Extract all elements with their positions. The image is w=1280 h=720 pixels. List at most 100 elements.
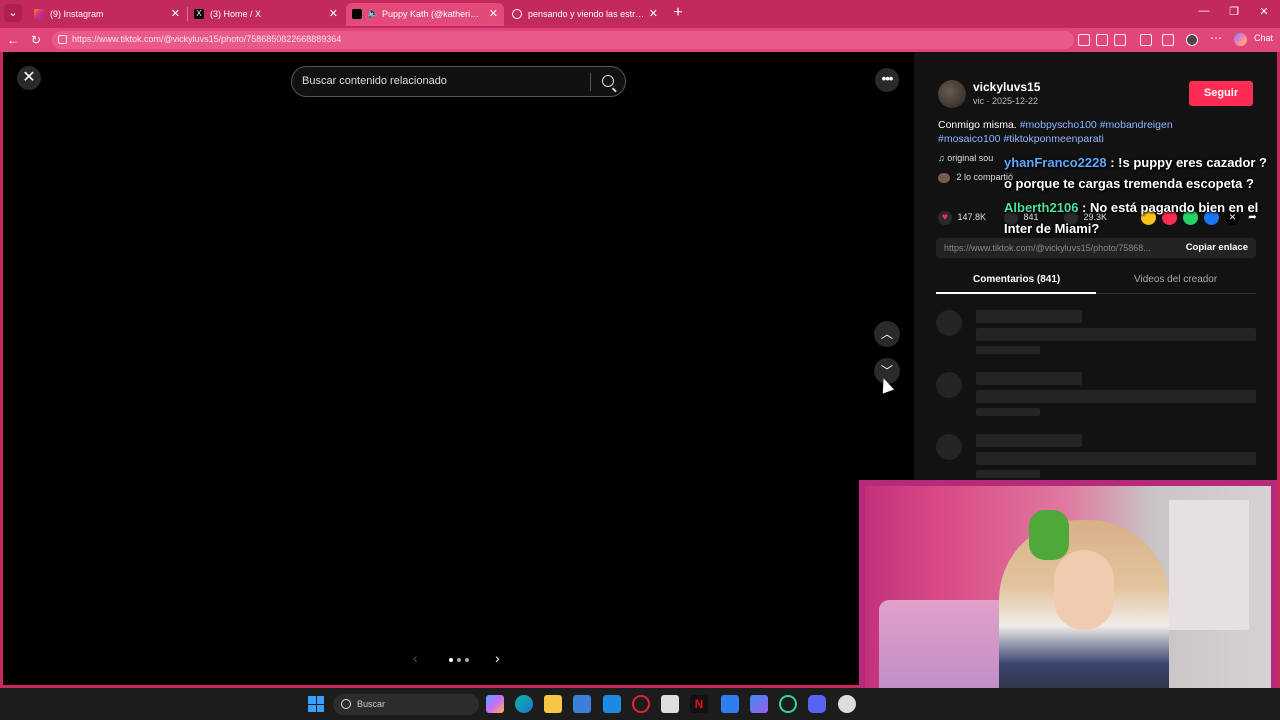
webcam-frame <box>859 480 1277 712</box>
caption-text: Conmigo misma. <box>938 119 1017 131</box>
extensions-icon[interactable] <box>1140 34 1152 46</box>
prev-photo-icon[interactable]: ‹ <box>413 650 418 666</box>
tab-strip: ⌄ (9) Instagram ✕ X (3) Home / X ✕ Puppy… <box>0 0 1280 28</box>
skeleton-line <box>976 390 1256 403</box>
site-info-icon[interactable] <box>58 35 67 44</box>
copilot-icon <box>1234 33 1247 46</box>
outlook-icon[interactable] <box>603 695 621 713</box>
skeleton-line <box>976 328 1256 341</box>
photo-pager: ‹ › <box>413 650 513 670</box>
tab-search[interactable]: pensando y viendo las estrellas pu ✕ <box>506 3 664 26</box>
translate-icon[interactable] <box>1096 34 1108 46</box>
avatar[interactable] <box>938 80 966 108</box>
author-username[interactable]: vickyluvs15 <box>973 80 1040 94</box>
new-tab-button[interactable]: + <box>670 4 686 22</box>
follow-button[interactable]: Seguir <box>1189 81 1253 106</box>
skeleton-line <box>976 452 1256 465</box>
app-icon[interactable] <box>779 695 797 713</box>
skeleton-line <box>976 408 1040 416</box>
photo-viewer: ✕ Buscar contenido relacionado ••• ︿ ﹀ ‹… <box>3 52 914 685</box>
store-icon[interactable] <box>573 695 591 713</box>
taskbar: Buscar N <box>0 688 1280 720</box>
post-link-text: https://www.tiktok.com/@vickyluvs15/phot… <box>944 243 1151 253</box>
skeleton-avatar <box>936 434 962 460</box>
stream-chat-overlay: yhanFranco2228 : !s puppy eres cazador ?… <box>1004 152 1274 242</box>
teams-icon[interactable] <box>750 695 768 713</box>
opera-icon[interactable] <box>632 695 650 713</box>
tab-close-icon[interactable]: ✕ <box>171 3 180 25</box>
heart-icon: ♥ <box>938 210 952 225</box>
address-toolbar: ← ↻ https://www.tiktok.com/@vickyluvs15/… <box>0 28 1280 52</box>
tab-x-home[interactable]: X (3) Home / X ✕ <box>188 3 344 26</box>
hashtag-link[interactable]: #tiktokponmeenparati <box>1003 133 1103 145</box>
refresh-icon[interactable]: ↻ <box>28 32 44 48</box>
copilot-taskbar-icon[interactable] <box>486 695 504 713</box>
related-search-input[interactable]: Buscar contenido relacionado <box>291 66 626 97</box>
sound-name[interactable]: original sou <box>947 153 993 163</box>
tab-actions-menu-button[interactable]: ⌄ <box>4 4 22 22</box>
tab-comments[interactable]: Comentarios (841) <box>973 274 1060 285</box>
hashtag-link[interactable]: #mosaico100 <box>938 133 1000 145</box>
post-date: vic · 2025-12-22 <box>973 96 1039 106</box>
tab-instagram[interactable]: (9) Instagram ✕ <box>28 3 186 26</box>
skeleton-line <box>976 346 1040 354</box>
back-icon[interactable]: ← <box>5 32 21 48</box>
comment-skeleton <box>936 372 1256 420</box>
pager-dot[interactable] <box>457 658 461 662</box>
hashtag-link[interactable]: #mobpyscho100 <box>1020 119 1097 131</box>
file-explorer-icon[interactable] <box>544 695 562 713</box>
more-options-icon[interactable]: ••• <box>875 68 899 92</box>
tab-close-icon[interactable]: ✕ <box>649 3 658 25</box>
skeleton-avatar <box>936 372 962 398</box>
music-note-icon: ♫ <box>938 153 945 163</box>
tab-close-icon[interactable]: ✕ <box>489 3 498 25</box>
next-photo-icon[interactable]: › <box>495 650 500 666</box>
taskbar-search[interactable]: Buscar <box>333 694 479 715</box>
tab-title: pensando y viendo las estrellas pu <box>528 9 646 19</box>
window-close-icon[interactable]: ✕ <box>1254 5 1274 18</box>
discord-icon[interactable] <box>808 695 826 713</box>
favorite-star-icon[interactable] <box>1114 34 1126 46</box>
chat-username: Alberth2106 <box>1004 200 1079 215</box>
url-text: https://www.tiktok.com/@vickyluvs15/phot… <box>72 34 342 44</box>
search-icon[interactable] <box>602 75 614 87</box>
comment-skeleton <box>936 434 1256 482</box>
tab-close-icon[interactable]: ✕ <box>329 3 338 25</box>
shared-avatars <box>938 172 950 183</box>
snipping-tool-icon[interactable] <box>661 695 679 713</box>
skeleton-line <box>976 434 1082 447</box>
hashtag-link[interactable]: #mobandreigen <box>1100 119 1173 131</box>
panel-tabs: Comentarios (841) Videos del creador <box>936 268 1256 294</box>
post-caption: Conmigo misma. #mobpyscho100 #mobandreig… <box>938 118 1228 146</box>
chevron-up-icon[interactable]: ︿ <box>874 321 900 347</box>
sound-row[interactable]: ♫ original sou <box>938 153 993 163</box>
shared-by-row: 2 lo compartió <box>938 172 1013 183</box>
copy-link-button[interactable]: Copiar enlace <box>1186 242 1248 253</box>
mail-icon[interactable] <box>721 695 739 713</box>
netflix-icon[interactable]: N <box>690 695 708 713</box>
like-button[interactable]: ♥ 147.8K <box>938 210 986 225</box>
tab-title: (9) Instagram <box>50 9 104 19</box>
favorites-icon[interactable] <box>1162 34 1174 46</box>
pager-dot[interactable] <box>465 658 469 662</box>
restore-icon[interactable]: ❐ <box>1224 5 1244 18</box>
speaker-icon[interactable]: 🔈 <box>367 3 379 25</box>
address-bar[interactable]: https://www.tiktok.com/@vickyluvs15/phot… <box>52 31 1074 49</box>
pager-dot-active[interactable] <box>449 658 453 662</box>
more-menu-icon[interactable]: ⋯ <box>1210 31 1222 45</box>
edge-icon[interactable] <box>515 695 533 713</box>
chat-message: yhanFranco2228 : !s puppy eres cazador ?… <box>1004 152 1274 194</box>
chat-button[interactable]: Chat <box>1254 33 1273 43</box>
tab-creator-videos[interactable]: Videos del creador <box>1134 274 1217 285</box>
windows-start-icon[interactable] <box>308 696 324 712</box>
app-available-icon[interactable] <box>1078 34 1090 46</box>
minimize-icon[interactable]: — <box>1194 5 1214 17</box>
post-detail-panel: vickyluvs15 vic · 2025-12-22 Seguir Conm… <box>914 52 1277 480</box>
x-logo-icon: X <box>194 9 204 19</box>
profile-avatar[interactable] <box>1186 34 1198 46</box>
close-icon[interactable]: ✕ <box>17 66 41 90</box>
search-icon <box>512 9 522 19</box>
tab-tiktok-active[interactable]: Puppy Kath (@katherine_xim 🔈 ✕ <box>346 3 504 26</box>
skeleton-line <box>976 470 1040 478</box>
obs-icon[interactable] <box>838 695 856 713</box>
